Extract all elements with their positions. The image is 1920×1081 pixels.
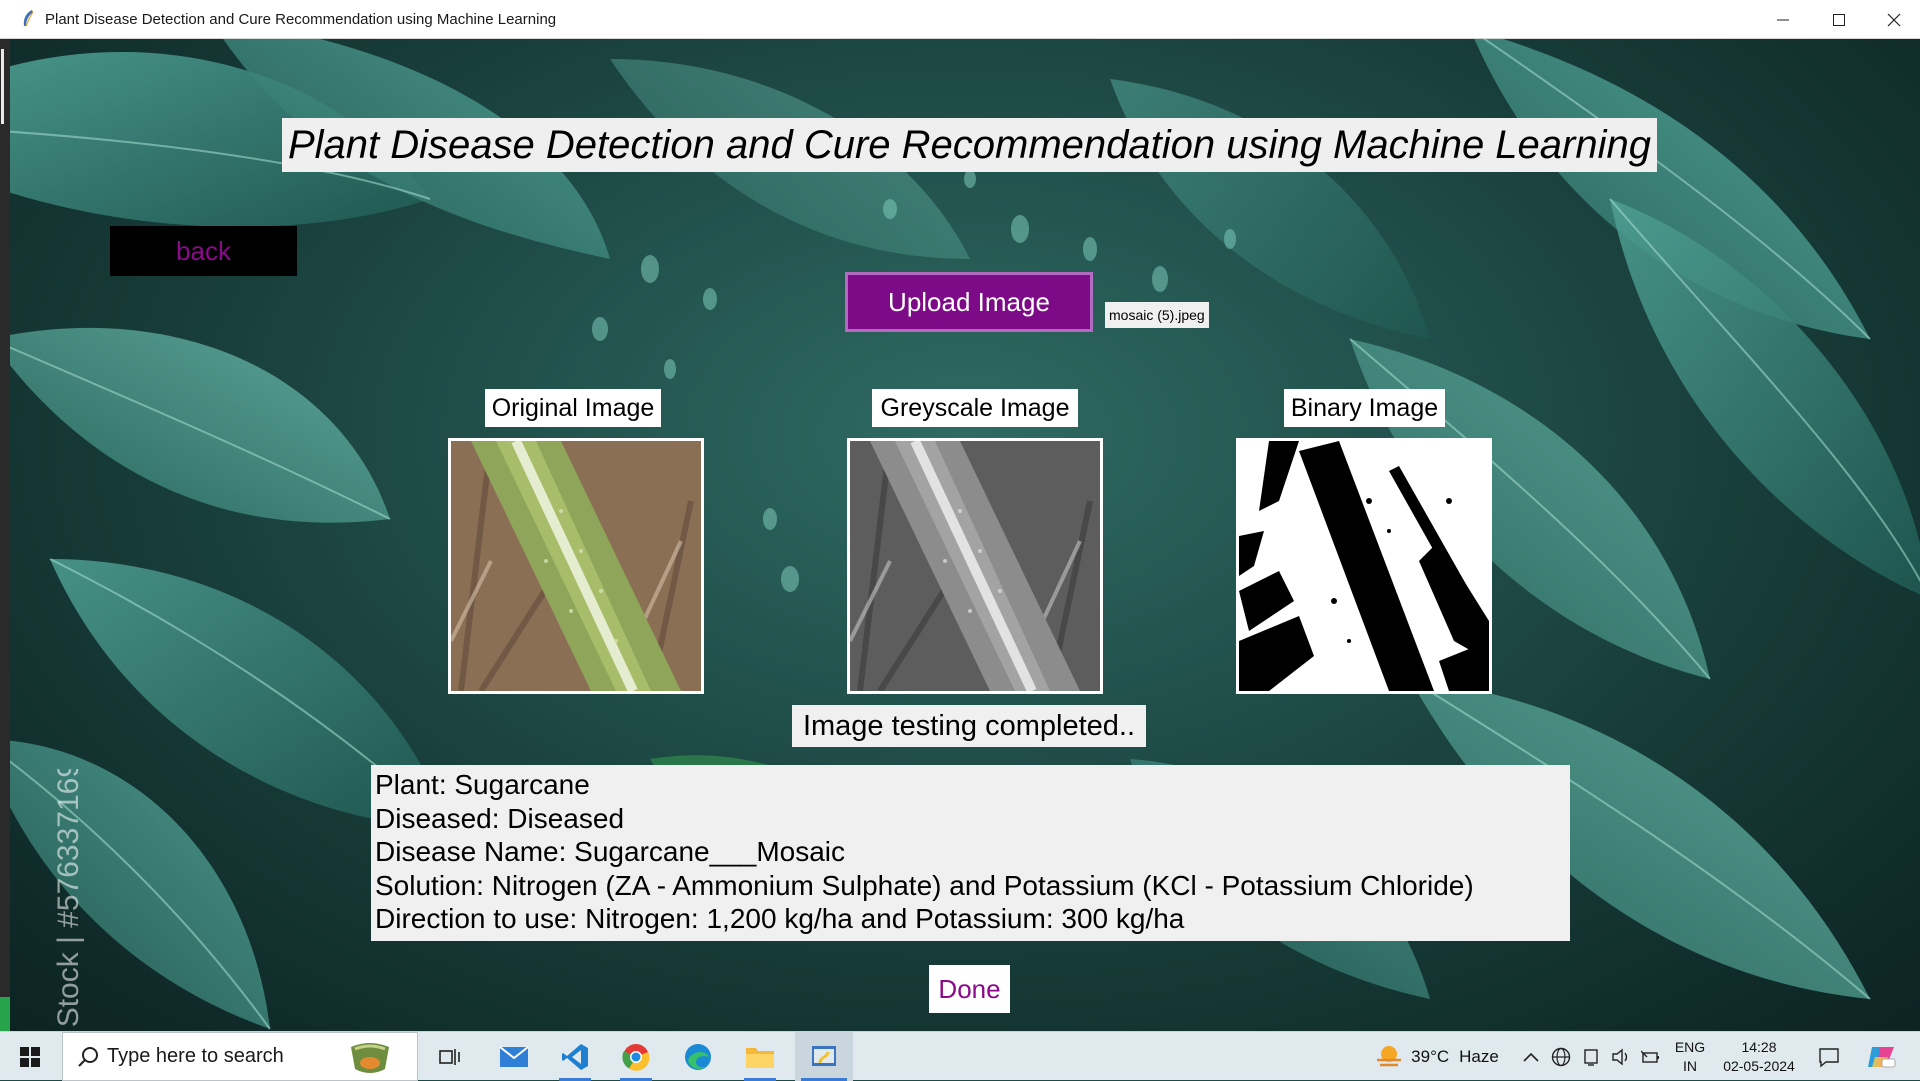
taskbar: Type here to search 39°C Haze ENG IN 14:… [0,1031,1920,1081]
clock[interactable]: 14:28 02-05-2024 [1712,1032,1806,1081]
window-title: Plant Disease Detection and Cure Recomme… [45,11,557,28]
result-disease-name: Disease Name: Sugarcane___Mosaic [375,836,846,868]
windows-logo-icon [20,1046,40,1067]
taskbar-python-app[interactable] [795,1032,853,1081]
sugarcane-leaf-greyscale-image [850,441,1100,691]
tray-network[interactable] [1548,1032,1574,1081]
done-button[interactable]: Done [929,965,1010,1013]
feather-app-icon [23,10,34,27]
copilot-button[interactable] [1858,1032,1904,1081]
task-view-icon [439,1048,460,1065]
scroll-indicator [1,49,4,124]
search-placeholder: Type here to search [107,1045,284,1067]
result-panel: Plant: Sugarcane Diseased: Diseased Dise… [371,765,1570,941]
notification-button[interactable] [1812,1032,1846,1081]
tray-volume[interactable] [1608,1032,1634,1081]
binary-image [1236,438,1492,694]
taskbar-search[interactable]: Type here to search [62,1032,418,1081]
upload-image-button[interactable]: Upload Image [845,272,1093,332]
svg-text:be Stock | #576337169: be Stock | #576337169 [52,769,85,1031]
weather-widget[interactable]: 39°C Haze [1362,1032,1512,1081]
maximize-icon [1832,13,1845,26]
minimize-button[interactable] [1755,0,1810,39]
notification-icon [1819,1047,1839,1067]
taskbar-file-explorer[interactable] [734,1032,786,1081]
search-highlight-icon [351,1043,389,1073]
stock-watermark: be Stock | #576337169 [52,769,85,1031]
greyscale-image [847,438,1103,694]
sugarcane-leaf-binary-image [1239,441,1489,691]
back-button[interactable]: back [110,226,297,276]
taskbar-mail[interactable] [488,1032,540,1081]
result-diseased: Diseased: Diseased [375,802,625,834]
speaker-icon [1612,1048,1628,1065]
binary-image-label: Binary Image [1284,389,1445,427]
weather-haze-icon [1377,1045,1402,1066]
search-icon [78,1046,98,1067]
vscode-icon [562,1043,588,1070]
python-app-icon [812,1045,836,1066]
tray-overflow-button[interactable] [1518,1032,1544,1081]
start-button[interactable] [0,1032,60,1081]
selected-file-name: mosaic (5).jpeg [1105,302,1209,328]
globe-icon [1551,1047,1571,1066]
result-plant: Plant: Sugarcane [375,769,590,800]
weather-condition: Haze [1459,1046,1499,1066]
clock-date: 02-05-2024 [1723,1057,1795,1074]
minimize-icon [1776,19,1789,20]
mail-icon [499,1045,529,1067]
task-view-button[interactable] [425,1032,475,1081]
result-direction: Direction to use: Nitrogen: 1,200 kg/ha … [375,903,1185,935]
taskbar-vscode[interactable] [549,1032,601,1081]
tray-device[interactable] [1578,1032,1604,1081]
chevron-up-icon [1523,1052,1539,1062]
left-edge-strip [0,39,10,1031]
result-solution: Solution: Nitrogen (ZA - Ammonium Sulpha… [375,869,1474,901]
maximize-button[interactable] [1811,0,1866,39]
edge-icon [685,1043,711,1070]
window-titlebar: Plant Disease Detection and Cure Recomme… [0,0,1920,39]
clock-time: 14:28 [1741,1038,1777,1055]
greyscale-image-label: Greyscale Image [872,389,1078,427]
status-indicator [0,997,10,1031]
weather-temp: 39°C [1411,1046,1450,1066]
close-button[interactable] [1866,0,1920,39]
file-explorer-icon [746,1047,774,1068]
close-icon [1887,13,1900,26]
page-title: Plant Disease Detection and Cure Recomme… [282,118,1657,172]
battery-icon [1641,1050,1659,1063]
region-code: IN [1683,1057,1697,1074]
taskbar-edge[interactable] [672,1032,724,1081]
taskbar-chrome[interactable] [610,1032,662,1081]
copilot-icon [1868,1046,1896,1067]
device-icon [1584,1048,1598,1066]
language-code: ENG [1674,1038,1706,1055]
sugarcane-leaf-color-image [451,441,701,691]
chrome-icon [622,1043,650,1071]
original-image [448,438,704,694]
tray-battery[interactable] [1638,1032,1664,1081]
original-image-label: Original Image [485,389,661,427]
language-indicator[interactable]: ENG IN [1670,1032,1710,1081]
status-message: Image testing completed.. [792,705,1146,747]
